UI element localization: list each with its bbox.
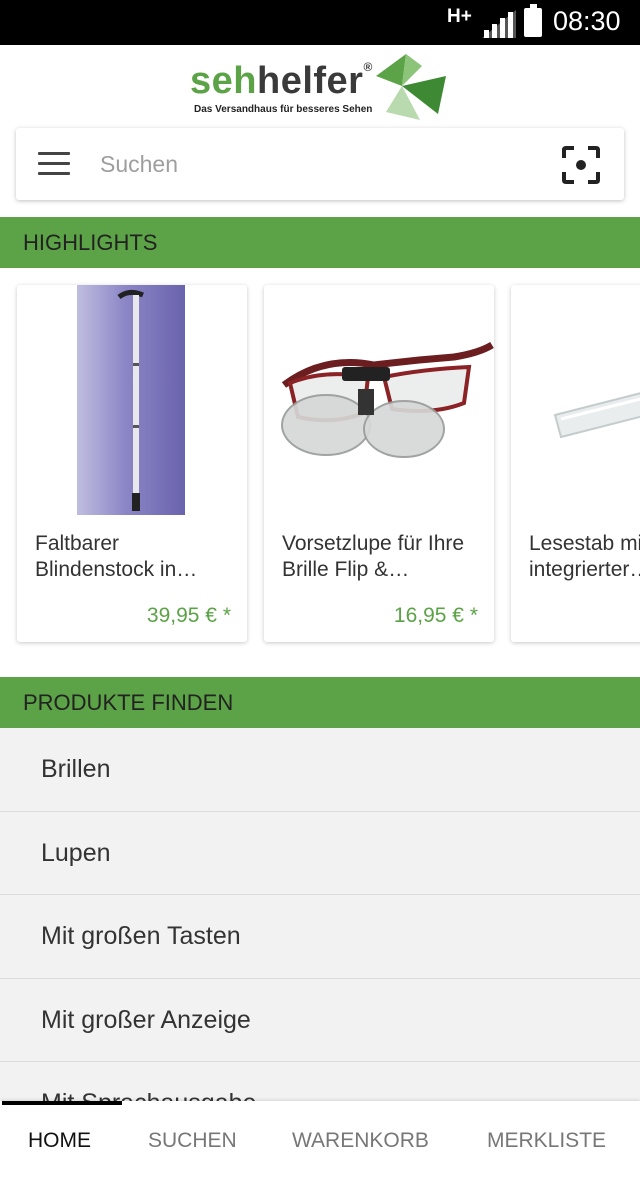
reading-rod-image [553,392,640,439]
product-price: 16,95 € * [393,604,478,627]
product-card[interactable]: Lesestab mit integrierter… [511,285,640,642]
white-cane-image [77,285,185,515]
brand-tagline: Das Versandhaus für besseres Sehen [194,104,373,115]
menu-icon[interactable] [38,152,70,176]
search-input[interactable] [100,144,540,184]
product-title: Lesestab mit integrierter… [529,532,640,581]
product-card[interactable]: Vorsetzlupe für Ihre Brille Flip &… 16,9… [264,285,494,642]
product-card[interactable]: Faltbarer Blindenstock in… 39,95 € * [17,285,247,642]
battery-icon [524,4,542,37]
category-item-brillen[interactable]: Brillen [0,728,640,812]
signal-icon [482,10,516,38]
brand-logo: sehhelfer® Das Versandhaus für besseres … [190,52,450,124]
brand-wordmark: sehhelfer® [190,60,373,102]
clip-on-magnifier-glasses-image [281,341,494,458]
highlights-header: HIGHLIGHTS [0,217,640,268]
tab-home[interactable]: HOME [28,1101,91,1181]
category-item-grosse-anzeige[interactable]: Mit großer Anzeige [0,979,640,1062]
category-item-grosse-tasten[interactable]: Mit großen Tasten [0,895,640,979]
category-item-lupen[interactable]: Lupen [0,812,640,895]
product-title: Faltbarer Blindenstock in… [35,532,198,581]
bottom-navigation: HOME SUCHEN WARENKORB MERKLISTE [0,1101,640,1181]
find-products-header: PRODUKTE FINDEN [0,677,640,728]
clock: 08:30 [553,6,621,36]
tab-merkliste[interactable]: MERKLISTE [487,1101,606,1181]
search-bar [16,128,624,200]
product-price: 39,95 € * [146,604,231,627]
barcode-scan-icon[interactable] [562,146,600,184]
product-title: Vorsetzlupe für Ihre Brille Flip &… [282,532,465,581]
status-bar: H+ 08:30 [0,0,640,45]
category-list: Brillen Lupen Mit großen Tasten Mit groß… [0,728,640,1108]
highlights-carousel[interactable]: Faltbarer Blindenstock in… 39,95 € * Vor… [0,268,640,668]
logo-mark-icon [376,54,446,120]
tab-suchen[interactable]: SUCHEN [148,1101,237,1181]
network-type: H+ [447,6,472,27]
tab-warenkorb[interactable]: WARENKORB [292,1101,429,1181]
